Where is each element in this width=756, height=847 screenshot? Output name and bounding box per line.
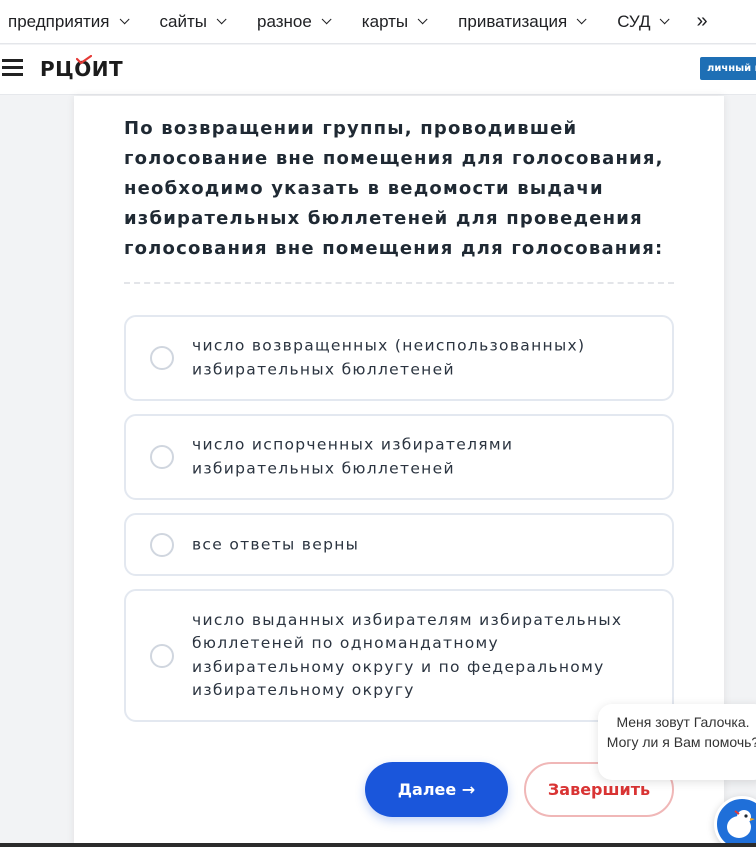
answer-option-label: число испорченных избирателями избирател… bbox=[192, 435, 514, 478]
nav-item-maps[interactable]: карты bbox=[361, 11, 428, 32]
chevron-down-icon bbox=[417, 14, 428, 25]
nav-item-label: приватизация bbox=[458, 11, 568, 31]
chevron-down-icon bbox=[119, 14, 130, 25]
chat-bubble[interactable]: Меня зовут Галочка. Могу ли я Вам помочь… bbox=[598, 704, 756, 780]
window-bottom-border bbox=[0, 843, 756, 847]
logo-check-icon bbox=[76, 55, 92, 65]
next-button[interactable]: Далее → bbox=[365, 762, 508, 817]
nav-item-court[interactable]: СУД bbox=[617, 11, 671, 32]
nav-item-privatization[interactable]: приватизация bbox=[458, 11, 587, 32]
nav-item-label: карты bbox=[361, 11, 409, 31]
radio-button[interactable] bbox=[150, 643, 174, 668]
chevron-down-icon bbox=[321, 14, 332, 25]
nav-item-label: предприятия bbox=[8, 11, 110, 31]
radio-button[interactable] bbox=[150, 346, 174, 370]
chevron-down-icon bbox=[660, 14, 671, 25]
answer-option-3[interactable]: все ответы верны bbox=[124, 513, 674, 576]
answer-option-label: число возвращенных (неиспользованных) из… bbox=[192, 336, 586, 379]
more-items-button[interactable]: » bbox=[696, 10, 707, 33]
answer-option-1[interactable]: число возвращенных (неиспользованных) из… bbox=[124, 315, 674, 401]
nav-item-enterprises[interactable]: предприятия bbox=[8, 11, 130, 32]
question-text: По возвращении группы, проводившей голос… bbox=[124, 118, 664, 259]
nav-item-label: разное bbox=[256, 11, 312, 31]
radio-button[interactable] bbox=[150, 532, 174, 557]
chevron-down-icon bbox=[576, 14, 587, 25]
question-divider bbox=[124, 282, 674, 284]
chevron-down-icon bbox=[216, 14, 227, 25]
nav-item-misc[interactable]: разное bbox=[256, 11, 332, 32]
answer-option-4[interactable]: число выданных избирателям избирательных… bbox=[124, 589, 674, 722]
site-header: РЦОИТ личный кабинет bbox=[0, 45, 756, 95]
nav-item-label: сайты bbox=[159, 11, 207, 31]
radio-button[interactable] bbox=[150, 445, 174, 469]
nav-item-label: СУД bbox=[617, 11, 651, 31]
answer-option-2[interactable]: число испорченных избирателями избирател… bbox=[124, 414, 674, 500]
nav-item-sites[interactable]: сайты bbox=[159, 11, 227, 32]
account-button[interactable]: личный кабинет bbox=[700, 57, 756, 80]
answer-option-label: число выданных избирателям избирательных… bbox=[192, 610, 623, 700]
hamburger-menu-icon[interactable] bbox=[2, 59, 23, 77]
top-navigation-bar: предприятия сайты разное карты приватиза… bbox=[0, 0, 756, 44]
bird-mascot-icon bbox=[727, 810, 755, 838]
answer-option-label: все ответы верны bbox=[192, 534, 360, 553]
